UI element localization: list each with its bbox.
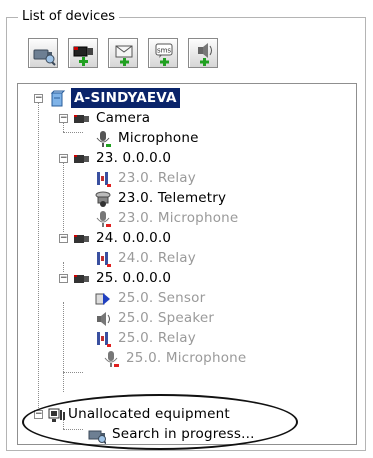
tree-node-camera[interactable]: − Camera xyxy=(18,108,348,128)
tree-label-device-25: 25. 0.0.0.0 xyxy=(96,270,172,286)
add-email-button[interactable] xyxy=(108,38,138,68)
relay-icon xyxy=(97,252,111,267)
camera-icon xyxy=(74,275,89,283)
camera-icon xyxy=(74,235,89,243)
tree-node-microphone-25[interactable]: 25.0. Microphone xyxy=(18,348,348,368)
tree-label-camera-microphone: Microphone xyxy=(118,130,199,146)
camera-icon xyxy=(74,115,89,123)
tree-node-relay-23[interactable]: 23.0. Relay xyxy=(18,168,348,188)
microphone-icon xyxy=(104,351,119,367)
tree-line xyxy=(63,372,83,373)
microphone-icon xyxy=(96,131,111,147)
tree-label-relay-23: 23.0. Relay xyxy=(118,170,196,186)
relay-icon xyxy=(97,172,111,187)
highlight-annotation xyxy=(22,394,298,450)
telemetry-icon xyxy=(95,191,111,207)
tree-label-relay-24: 24.0. Relay xyxy=(118,250,196,266)
tree-node-device-24[interactable]: − 24. 0.0.0.0 xyxy=(18,228,348,248)
group-title: List of devices xyxy=(18,9,119,25)
add-camera-button[interactable] xyxy=(68,38,98,68)
sms-add-icon: sms xyxy=(155,43,173,66)
tree-node-camera-microphone[interactable]: Microphone xyxy=(18,128,348,148)
tree-label-microphone-25: 25.0. Microphone xyxy=(126,350,247,366)
camera-add-icon xyxy=(73,46,93,66)
tree-node-root[interactable]: − A-SINDYAEVA xyxy=(18,88,348,108)
camera-search-icon xyxy=(33,49,56,66)
add-speaker-button[interactable] xyxy=(188,38,218,68)
tree-node-relay-24[interactable]: 24.0. Relay xyxy=(18,248,348,268)
tree-node-sensor-25[interactable]: 25.0. Sensor xyxy=(18,288,348,308)
tree-label-telemetry-23: 23.0. Telemetry xyxy=(118,190,227,206)
tree-label-relay-25: 25.0. Relay xyxy=(118,330,196,346)
speaker-icon xyxy=(97,312,110,326)
add-sms-button[interactable]: sms xyxy=(148,38,178,68)
server-icon xyxy=(50,90,66,107)
tree-label-sensor-25: 25.0. Sensor xyxy=(118,290,206,306)
tree-label-camera: Camera xyxy=(96,110,151,126)
tree-node-telemetry-23[interactable]: 23.0. Telemetry xyxy=(18,188,348,208)
collapse-toggle[interactable]: − xyxy=(59,274,68,283)
tree-node-relay-25[interactable]: 25.0. Relay xyxy=(18,328,348,348)
collapse-toggle[interactable]: − xyxy=(59,234,68,243)
collapse-toggle[interactable]: − xyxy=(59,154,68,163)
svg-text:sms: sms xyxy=(157,47,171,55)
speaker-add-icon xyxy=(198,43,212,66)
collapse-toggle[interactable]: − xyxy=(34,94,43,103)
tree-node-device-25[interactable]: − 25. 0.0.0.0 xyxy=(18,268,348,288)
envelope-add-icon xyxy=(115,45,133,66)
tree-node-device-23[interactable]: − 23. 0.0.0.0 xyxy=(18,148,348,168)
collapse-toggle[interactable]: − xyxy=(59,114,68,123)
device-tree[interactable]: − A-SINDYAEVA − Camera Microphone − 23. … xyxy=(17,83,357,445)
relay-icon xyxy=(97,332,111,347)
sensor-icon xyxy=(95,293,110,305)
tree-label-speaker-25: 25.0. Speaker xyxy=(118,310,215,326)
tree-node-speaker-25[interactable]: 25.0. Speaker xyxy=(18,308,348,328)
search-devices-button[interactable] xyxy=(28,38,58,68)
tree-label-microphone-23: 23.0. Microphone xyxy=(118,210,239,226)
tree-label-device-23: 23. 0.0.0.0 xyxy=(96,150,172,166)
camera-icon xyxy=(74,155,89,163)
tree-node-microphone-23[interactable]: 23.0. Microphone xyxy=(18,208,348,228)
tree-label-root: A-SINDYAEVA xyxy=(71,88,180,108)
microphone-icon xyxy=(96,211,111,227)
tree-label-device-24: 24. 0.0.0.0 xyxy=(96,230,172,246)
